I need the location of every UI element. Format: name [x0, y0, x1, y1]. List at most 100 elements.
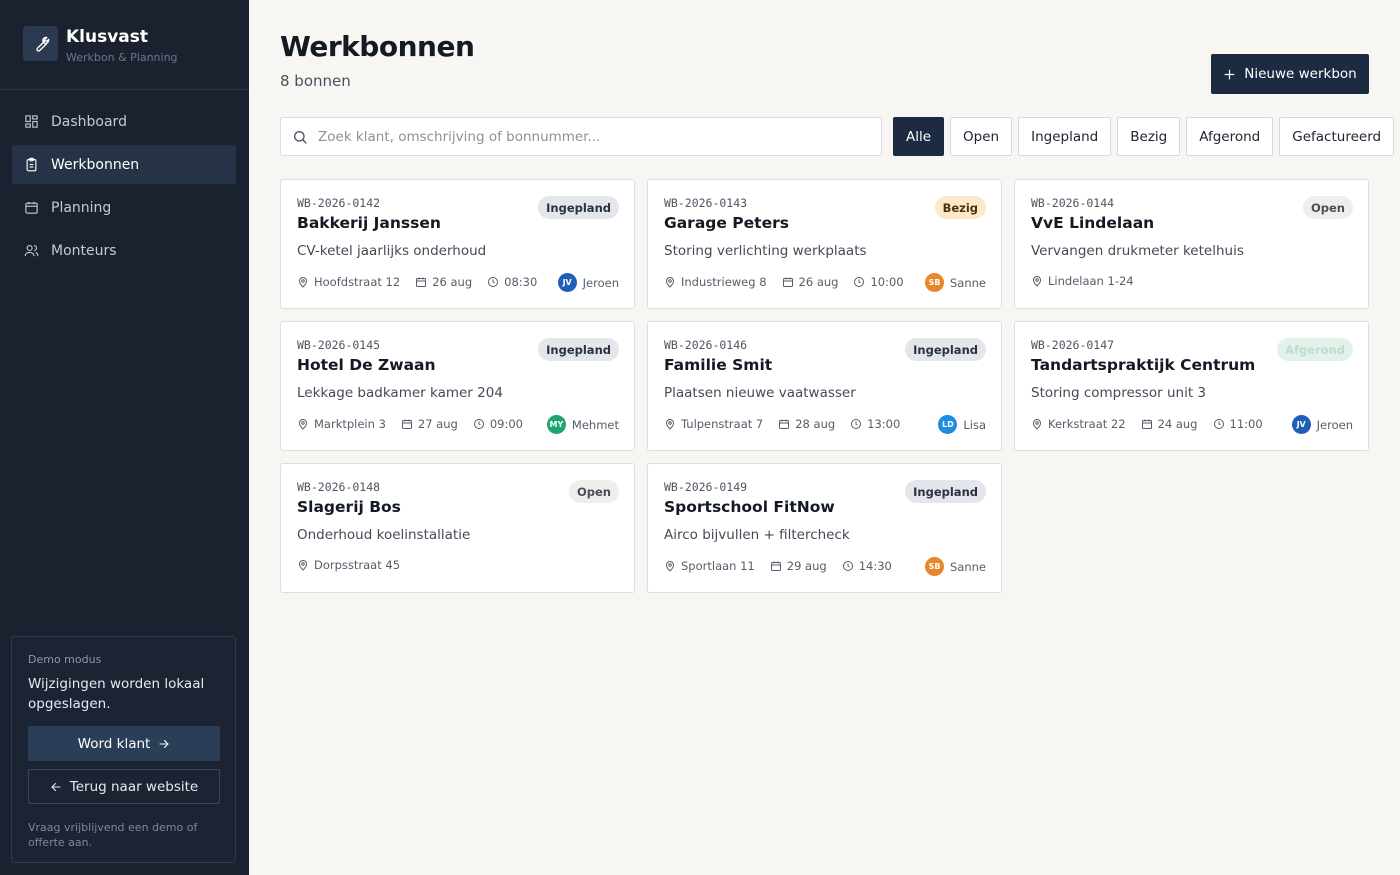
clock-icon: [487, 276, 499, 288]
status-badge: Afgerond: [1277, 338, 1353, 361]
filter-ingepland[interactable]: Ingepland: [1018, 117, 1112, 156]
workorder-description: Vervangen drukmeter ketelhuis: [1031, 243, 1244, 259]
wrench-icon: [23, 26, 58, 61]
assignee-name: Lisa: [963, 417, 986, 432]
status-badge: Ingepland: [538, 196, 619, 219]
workorder-card[interactable]: WB-2026-0147 Afgerond Tandartspraktijk C…: [1014, 321, 1369, 451]
address: Dorpsstraat 45: [314, 558, 401, 572]
workorder-number: WB-2026-0146: [664, 338, 748, 352]
address: Lindelaan 1-24: [1048, 274, 1134, 288]
demo-label: Demo modus: [28, 653, 102, 666]
brand-name: Klusvast: [66, 27, 149, 47]
search-input[interactable]: [318, 128, 858, 145]
filter-open[interactable]: Open: [950, 117, 1013, 156]
workorder-card[interactable]: WB-2026-0142 Ingepland Bakkerij Janssen …: [280, 179, 635, 309]
location-pin-icon: [297, 276, 309, 288]
avatar: JV: [1291, 415, 1311, 434]
workorder-card[interactable]: WB-2026-0146 Ingepland Familie Smit Plaa…: [647, 321, 1002, 451]
new-workorder-label: Nieuwe werkbon: [1244, 66, 1357, 82]
status-badge: Bezig: [934, 196, 986, 219]
calendar-icon: [401, 418, 413, 430]
clock-icon: [853, 276, 865, 288]
status-badge: Ingepland: [538, 338, 619, 361]
filter-gefactureerd[interactable]: Gefactureerd: [1279, 117, 1395, 156]
client-name: Hotel De Zwaan: [297, 356, 436, 374]
sidebar: Klusvast Werkbon & Planning Dashboard We…: [0, 0, 249, 875]
back-to-website-button[interactable]: Terug naar website: [28, 769, 220, 804]
address: Kerkstraat 22: [1048, 417, 1126, 431]
avatar: SB: [925, 273, 944, 292]
date: 29 aug: [786, 559, 827, 573]
calendar-icon: [778, 418, 790, 430]
page-title: Werkbonnen: [280, 30, 475, 63]
calendar-icon: [1141, 418, 1153, 430]
location-pin-icon: [297, 418, 309, 430]
search-icon: [294, 130, 307, 144]
sidebar-item-dashboard[interactable]: Dashboard: [12, 102, 236, 141]
address: Industrieweg 8: [681, 275, 767, 289]
workorder-number: WB-2026-0142: [297, 196, 381, 210]
client-name: Slagerij Bos: [297, 498, 401, 516]
become-customer-button[interactable]: Word klant: [28, 726, 220, 761]
location-pin-icon: [297, 559, 309, 571]
brand[interactable]: Klusvast Werkbon & Planning: [23, 26, 178, 64]
workorder-card[interactable]: WB-2026-0145 Ingepland Hotel De Zwaan Le…: [280, 321, 635, 451]
clock-icon: [842, 560, 854, 572]
workorder-meta: Kerkstraat 22 24 aug 11:00: [1031, 417, 1278, 431]
time: 13:00: [867, 417, 901, 431]
assignee-name: Sanne: [950, 275, 986, 290]
workorder-card[interactable]: WB-2026-0143 Bezig Garage Peters Storing…: [647, 179, 1002, 309]
dashboard-icon: [25, 115, 38, 128]
avatar: MY: [546, 415, 566, 434]
sidebar-item-planning[interactable]: Planning: [12, 188, 236, 227]
workorder-number: WB-2026-0148: [297, 480, 381, 494]
assignee: SB Sanne: [925, 273, 986, 292]
client-name: VvE Lindelaan: [1031, 214, 1155, 232]
workorder-meta: Sportlaan 11 29 aug 14:30: [664, 559, 907, 573]
clock-icon: [1213, 418, 1225, 430]
address: Sportlaan 11: [681, 559, 755, 573]
clipboard-icon: [26, 157, 37, 172]
client-name: Bakkerij Janssen: [297, 214, 441, 232]
sidebar-item-label: Dashboard: [51, 113, 127, 130]
status-badge: Ingepland: [905, 480, 986, 503]
workorder-meta: Industrieweg 8 26 aug 10:00: [664, 275, 919, 289]
workorder-card[interactable]: WB-2026-0148 Open Slagerij Bos Onderhoud…: [280, 463, 635, 593]
workorder-number: WB-2026-0144: [1031, 196, 1115, 210]
address: Marktplein 3: [314, 417, 386, 431]
time: 11:00: [1229, 417, 1263, 431]
assignee: JV Jeroen: [1291, 415, 1353, 434]
client-name: Garage Peters: [664, 214, 789, 232]
assignee: LD Lisa: [938, 415, 986, 434]
time: 08:30: [504, 275, 538, 289]
filter-alle[interactable]: Alle: [893, 117, 945, 156]
workorder-card[interactable]: WB-2026-0144 Open VvE Lindelaan Vervange…: [1014, 179, 1369, 309]
date: 28 aug: [795, 417, 836, 431]
demo-footnote: Vraag vrijblijvend een demo of offerte a…: [28, 821, 198, 849]
calendar-icon: [415, 276, 427, 288]
workorder-description: CV-ketel jaarlijks onderhoud: [297, 243, 487, 259]
workorder-card[interactable]: WB-2026-0149 Ingepland Sportschool FitNo…: [647, 463, 1002, 593]
sidebar-item-monteurs[interactable]: Monteurs: [12, 231, 236, 270]
calendar-icon: [782, 276, 794, 288]
clock-icon: [473, 418, 485, 430]
workorder-meta: Marktplein 3 27 aug 09:00: [297, 417, 538, 431]
time: 10:00: [870, 275, 904, 289]
arrow-left-icon: [51, 782, 61, 791]
workorder-number: WB-2026-0143: [664, 196, 748, 210]
workorder-description: Storing verlichting werkplaats: [664, 243, 867, 259]
address: Hoofdstraat 12: [314, 275, 401, 289]
assignee: JV Jeroen: [557, 273, 619, 292]
filter-afgerond[interactable]: Afgerond: [1186, 117, 1274, 156]
users-icon: [24, 244, 39, 257]
time: 09:00: [489, 417, 523, 431]
sidebar-divider: [0, 89, 249, 90]
sidebar-item-werkbonnen[interactable]: Werkbonnen: [12, 145, 236, 184]
workorder-meta: Dorpsstraat 45: [297, 558, 415, 572]
sidebar-item-label: Planning: [51, 199, 112, 216]
new-workorder-button[interactable]: Nieuwe werkbon: [1211, 54, 1369, 94]
workorder-description: Plaatsen nieuwe vaatwasser: [664, 385, 856, 401]
back-to-website-label: Terug naar website: [69, 778, 199, 795]
workorder-meta: Tulpenstraat 7 28 aug 13:00: [664, 417, 915, 431]
filter-bezig[interactable]: Bezig: [1117, 117, 1181, 156]
